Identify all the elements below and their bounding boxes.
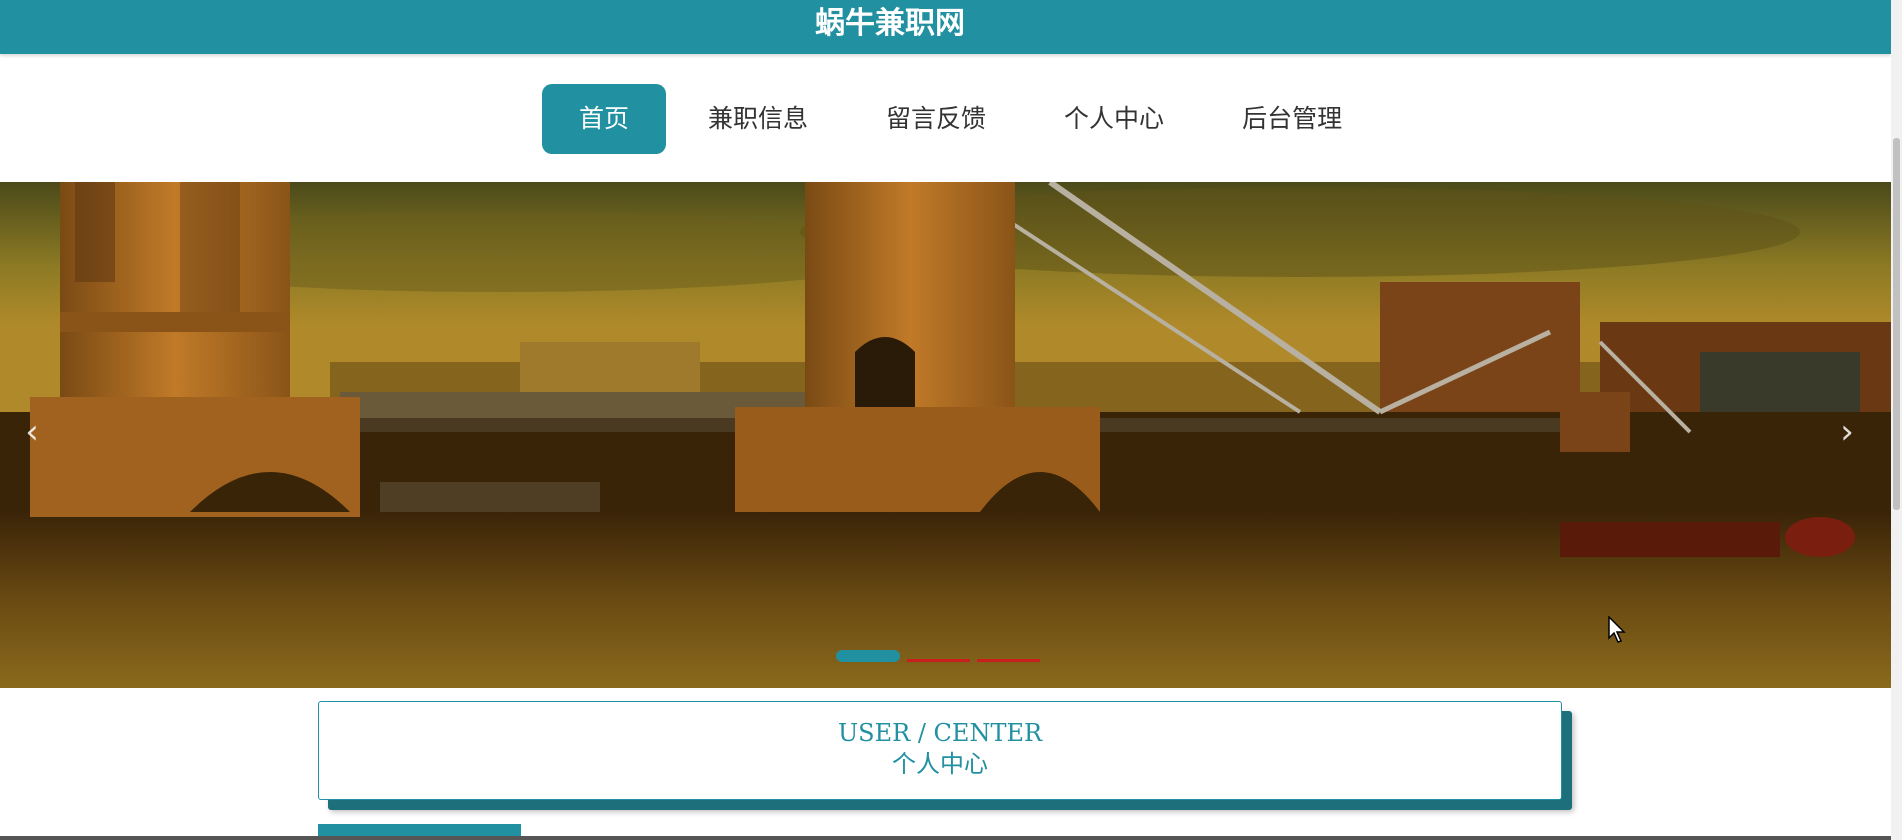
carousel-prev-button[interactable]: ‹ (12, 412, 52, 452)
section-title-cn: 个人中心 (892, 750, 988, 778)
nav-item-user-center[interactable]: 个人中心 (1030, 84, 1198, 154)
carousel-indicator-3[interactable] (977, 659, 1040, 662)
section-title-en: USER / CENTER (837, 719, 1043, 747)
scrollbar-thumb[interactable] (1893, 138, 1900, 510)
page-scrollbar[interactable] (1891, 0, 1902, 840)
site-title: 蜗牛兼职网 (815, 6, 965, 41)
nav-item-feedback[interactable]: 留言反馈 (852, 84, 1020, 154)
carousel-indicator-1[interactable] (836, 650, 900, 662)
chevron-right-icon: › (1840, 412, 1854, 452)
carousel-indicators (836, 650, 1047, 662)
carousel-next-button[interactable]: › (1827, 412, 1867, 452)
banner-carousel[interactable]: ‹ › (0, 182, 1891, 688)
main-nav: 首页 兼职信息 留言反馈 个人中心 后台管理 (542, 84, 1386, 154)
nav-item-home[interactable]: 首页 (542, 84, 667, 154)
nav-item-admin[interactable]: 后台管理 (1208, 84, 1376, 154)
mouse-cursor-icon (1608, 616, 1626, 643)
top-header-bar: 蜗牛兼职网 (0, 0, 1891, 54)
page: 蜗牛兼职网 首页 兼职信息 留言反馈 个人中心 后台管理 ‹ › USER / … (0, 0, 1902, 840)
carousel-slide-image (0, 182, 1891, 688)
window-bottom-edge (0, 836, 1891, 840)
chevron-left-icon: ‹ (25, 412, 39, 452)
nav-item-jobs[interactable]: 兼职信息 (674, 84, 842, 154)
section-header-user-center: USER / CENTER 个人中心 (318, 701, 1562, 800)
carousel-indicator-2[interactable] (907, 659, 970, 662)
